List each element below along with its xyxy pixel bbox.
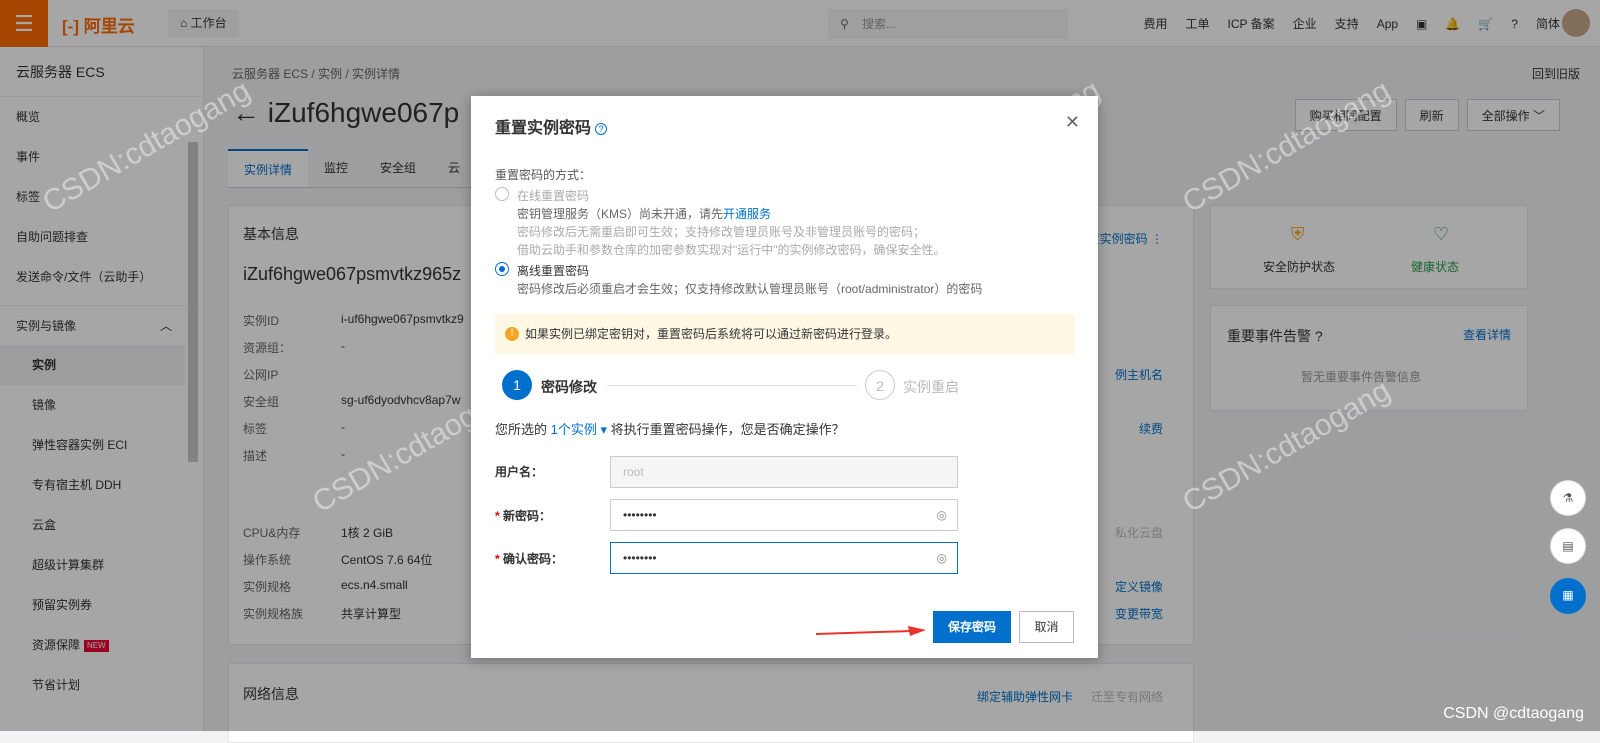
enable-service-link[interactable]: 开通服务 — [723, 207, 771, 221]
csdn-watermark: CSDN @cdtaogang — [1443, 705, 1584, 722]
username-label: 用户名： — [495, 465, 544, 479]
online-line3: 借助云助手和参数仓库的加密参数实现对"运行中"的实例修改密码，确保安全性。 — [517, 243, 946, 257]
apps-icon[interactable]: ▦ — [1550, 578, 1586, 614]
cancel-button[interactable]: 取消 — [1019, 611, 1074, 643]
step-1-circle: 1 — [502, 370, 532, 400]
step-1-label: 密码修改 — [541, 379, 597, 395]
close-icon[interactable]: ✕ — [1065, 112, 1080, 133]
radio-offline[interactable] — [495, 262, 509, 276]
offline-label: 离线重置密码 — [517, 264, 590, 278]
overlay-top — [0, 0, 1600, 47]
online-line2: 密码修改后无需重启即可生效；支持修改管理员账号及非管理员账号的密码； — [517, 225, 926, 239]
confirm-password-label: * 确认密码： — [495, 552, 564, 566]
save-password-button[interactable]: 保存密码 — [933, 611, 1011, 643]
eye-off-icon[interactable]: ◎ — [937, 543, 947, 573]
notice-banner: ! 如果实例已绑定密钥对，重置密码后系统将可以通过新密码进行登录。 — [495, 314, 1075, 354]
new-password-field[interactable]: •••••••• ◎ — [610, 499, 958, 531]
online-line1: 密钥管理服务（KMS）尚未开通，请先开通服务 — [517, 207, 772, 221]
online-label: 在线重置密码 — [517, 189, 590, 203]
chat-icon[interactable]: ▤ — [1550, 528, 1586, 564]
username-field[interactable]: root — [610, 456, 958, 488]
method-label: 重置密码的方式： — [495, 168, 592, 182]
new-password-label: * 新密码： — [495, 509, 552, 523]
help-icon[interactable]: ? — [595, 122, 608, 135]
instance-count-dropdown[interactable]: 1个实例 ▾ — [551, 422, 607, 437]
step-divider — [607, 385, 857, 386]
confirm-password-field[interactable]: •••••••• ◎ — [610, 542, 958, 574]
radio-online[interactable] — [495, 187, 509, 201]
step-2-label: 实例重启 — [903, 379, 959, 395]
dialog-title: 重置实例密码? — [495, 114, 608, 138]
red-arrow-annotation — [816, 626, 926, 636]
eye-off-icon[interactable]: ◎ — [937, 500, 947, 530]
offline-desc: 密码修改后必须重启才会生效；仅支持修改默认管理员账号（root/administ… — [517, 282, 983, 296]
reset-password-dialog: 重置实例密码? ✕ 重置密码的方式： 在线重置密码 密钥管理服务（KMS）尚未开… — [471, 96, 1098, 658]
lab-icon[interactable]: ⚗ — [1550, 480, 1586, 516]
step-2-circle: 2 — [865, 370, 895, 400]
confirm-text: 您所选的 1个实例 ▾ 将执行重置密码操作，您是否确定操作？ — [495, 422, 845, 437]
warning-icon: ! — [505, 327, 519, 341]
